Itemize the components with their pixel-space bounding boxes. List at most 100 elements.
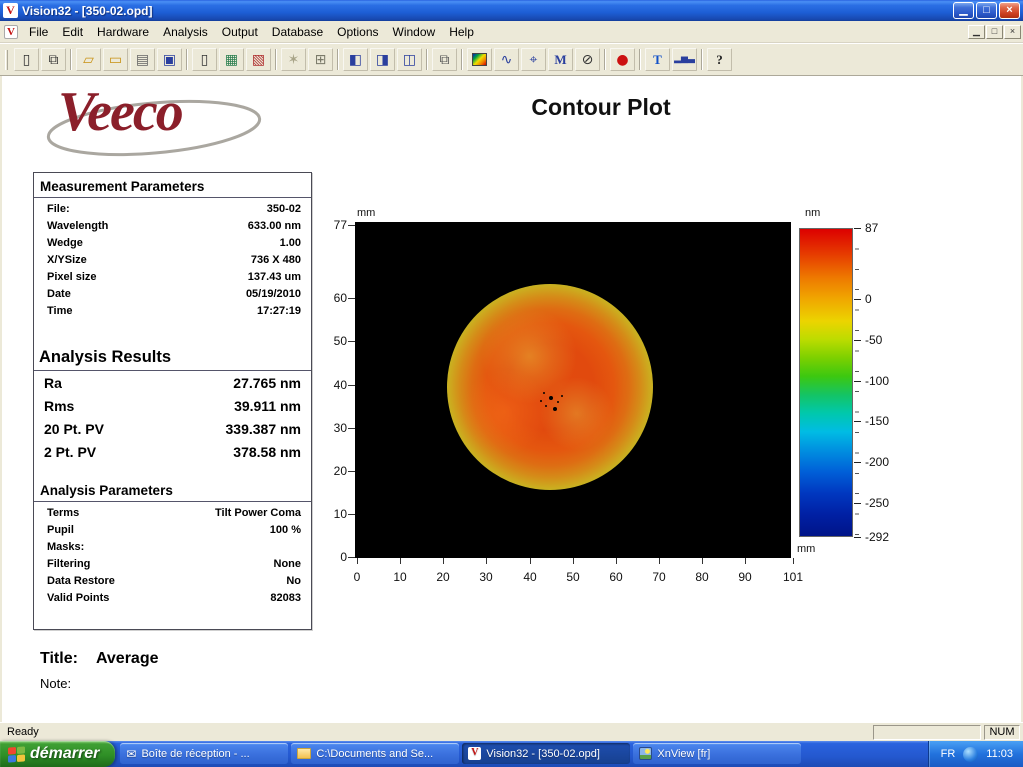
intensity-button[interactable]: ✶: [281, 48, 306, 71]
menu-window[interactable]: Window: [386, 22, 443, 42]
menu-database[interactable]: Database: [265, 22, 330, 42]
param-label: Masks:: [47, 541, 85, 553]
open-folder-button[interactable]: ▱: [76, 48, 101, 71]
view-profile-button[interactable]: ◨: [370, 48, 395, 71]
x-tick-mark: [486, 558, 487, 564]
menu-help[interactable]: Help: [442, 22, 481, 42]
colorbar-tick-mark: [854, 299, 861, 300]
y-tick-label: 0: [340, 550, 347, 564]
menu-analysis[interactable]: Analysis: [156, 22, 215, 42]
y-tick-mark: [348, 298, 355, 299]
result-label: Ra: [44, 374, 62, 391]
contour-plot[interactable]: [355, 222, 791, 558]
mdi-restore-button[interactable]: □: [986, 24, 1003, 39]
menu-options[interactable]: Options: [330, 22, 385, 42]
window-title: Vision32 - [350-02.opd]: [22, 3, 153, 18]
crosshair-button[interactable]: ⌖: [521, 48, 546, 71]
param-value: 137.43 um: [247, 271, 301, 283]
y-tick-mark: [348, 557, 355, 558]
new-document-button[interactable]: ▯: [14, 48, 39, 71]
param-value: 633.00 nm: [247, 220, 301, 232]
page-chart-button[interactable]: ▧: [246, 48, 271, 71]
page-chart-icon: ▧: [251, 51, 266, 68]
crosshair-icon: ⌖: [529, 51, 538, 68]
colorbar-unit: nm: [805, 207, 821, 219]
menu-hardware[interactable]: Hardware: [90, 22, 156, 42]
param-row: Date 05/19/2010: [34, 286, 311, 303]
save-dataset-button[interactable]: ▭: [103, 48, 128, 71]
copy-button[interactable]: ⧉: [432, 48, 457, 71]
veeco-logo: Veeco: [42, 81, 272, 162]
x-tick-label: 90: [738, 570, 752, 584]
help-icon: ?: [716, 52, 723, 67]
text-annotation-button[interactable]: T: [645, 48, 670, 71]
param-label: Wavelength: [47, 220, 109, 232]
colorbar-tick-mark: [854, 228, 861, 229]
mdi-close-button[interactable]: ×: [1004, 24, 1021, 39]
param-label: File:: [47, 203, 70, 215]
task-button-xnview[interactable]: XnView [fr]: [633, 743, 802, 764]
result-row: Rms 39.911 nm: [34, 394, 311, 417]
param-row: Time 17:27:19: [34, 303, 311, 320]
color-map-button[interactable]: [467, 48, 492, 71]
view-contour-icon: ◧: [348, 51, 363, 68]
param-label: Terms: [47, 507, 80, 519]
parameters-panel: Measurement Parameters File: 350-02 Wavel…: [33, 172, 312, 630]
view-contour-button[interactable]: ◧: [343, 48, 368, 71]
num-lock-indicator: NUM: [984, 724, 1020, 740]
language-indicator[interactable]: FR: [941, 748, 956, 760]
tile-windows-button[interactable]: ⊞: [308, 48, 333, 71]
param-label: X/YSize: [47, 254, 87, 266]
y-tick-mark: [348, 385, 355, 386]
tray-status-icon[interactable]: [963, 746, 979, 762]
x-tick-mark: [357, 558, 358, 564]
vision32-app-icon[interactable]: V: [3, 3, 18, 18]
vision32-icon: V: [468, 747, 482, 760]
view-data-button[interactable]: ◫: [397, 48, 422, 71]
clock[interactable]: 11:03: [986, 748, 1013, 760]
system-tray: FR 11:03: [927, 741, 1023, 767]
histogram-button[interactable]: ▂▅▃: [672, 48, 697, 71]
open-document-button[interactable]: ⧉: [41, 48, 66, 71]
report-title-line: Title: Average: [40, 650, 159, 668]
colorbar-tick-label: -200: [865, 455, 890, 469]
menu-file[interactable]: File: [22, 22, 55, 42]
param-value: 17:27:19: [256, 305, 301, 317]
document-icon[interactable]: V: [4, 24, 18, 39]
task-button-explorer[interactable]: C:\Documents and Se...: [291, 743, 460, 764]
menu-edit[interactable]: Edit: [55, 22, 90, 42]
x-tick-mark: [616, 558, 617, 564]
param-value: No: [286, 575, 301, 587]
veeco-logo-text: Veeco: [58, 81, 184, 143]
maximize-button[interactable]: □: [976, 2, 997, 19]
y-tick-label: 50: [333, 334, 347, 348]
minimize-button[interactable]: ▁: [953, 2, 974, 19]
record-live-button[interactable]: ●: [610, 48, 635, 71]
new-page-button[interactable]: ▯: [192, 48, 217, 71]
page-title: Contour Plot: [531, 94, 671, 120]
print-button[interactable]: ▤: [130, 48, 155, 71]
start-button[interactable]: démarrer: [0, 741, 116, 767]
param-value: 82083: [270, 592, 301, 604]
save-button[interactable]: ▣: [157, 48, 182, 71]
task-label: Boîte de réception - ...: [141, 747, 250, 760]
x-tick-mark: [702, 558, 703, 564]
close-button[interactable]: ×: [999, 2, 1020, 19]
exclude-button[interactable]: ⊘: [575, 48, 600, 71]
tile-windows-icon: ⊞: [314, 51, 327, 68]
record-live-icon: ●: [616, 51, 629, 68]
task-button-vision32[interactable]: V Vision32 - [350-02.opd]: [462, 743, 631, 764]
help-button[interactable]: ?: [707, 48, 732, 71]
param-row: Masks:: [34, 539, 311, 556]
task-button-inbox[interactable]: ✉ Boîte de réception - ...: [120, 743, 289, 764]
menu-output[interactable]: Output: [215, 22, 265, 42]
toolbar-grip[interactable]: [5, 49, 8, 70]
result-row: 2 Pt. PV 378.58 nm: [34, 440, 311, 463]
measure-button[interactable]: M: [548, 48, 573, 71]
x-tick-label: 10: [393, 570, 407, 584]
line-profile-button[interactable]: ∿: [494, 48, 519, 71]
new-page-icon: ▯: [200, 51, 209, 68]
page-table-button[interactable]: ▦: [219, 48, 244, 71]
mdi-minimize-button[interactable]: ▁: [968, 24, 985, 39]
y-tick-label: 30: [333, 421, 347, 435]
